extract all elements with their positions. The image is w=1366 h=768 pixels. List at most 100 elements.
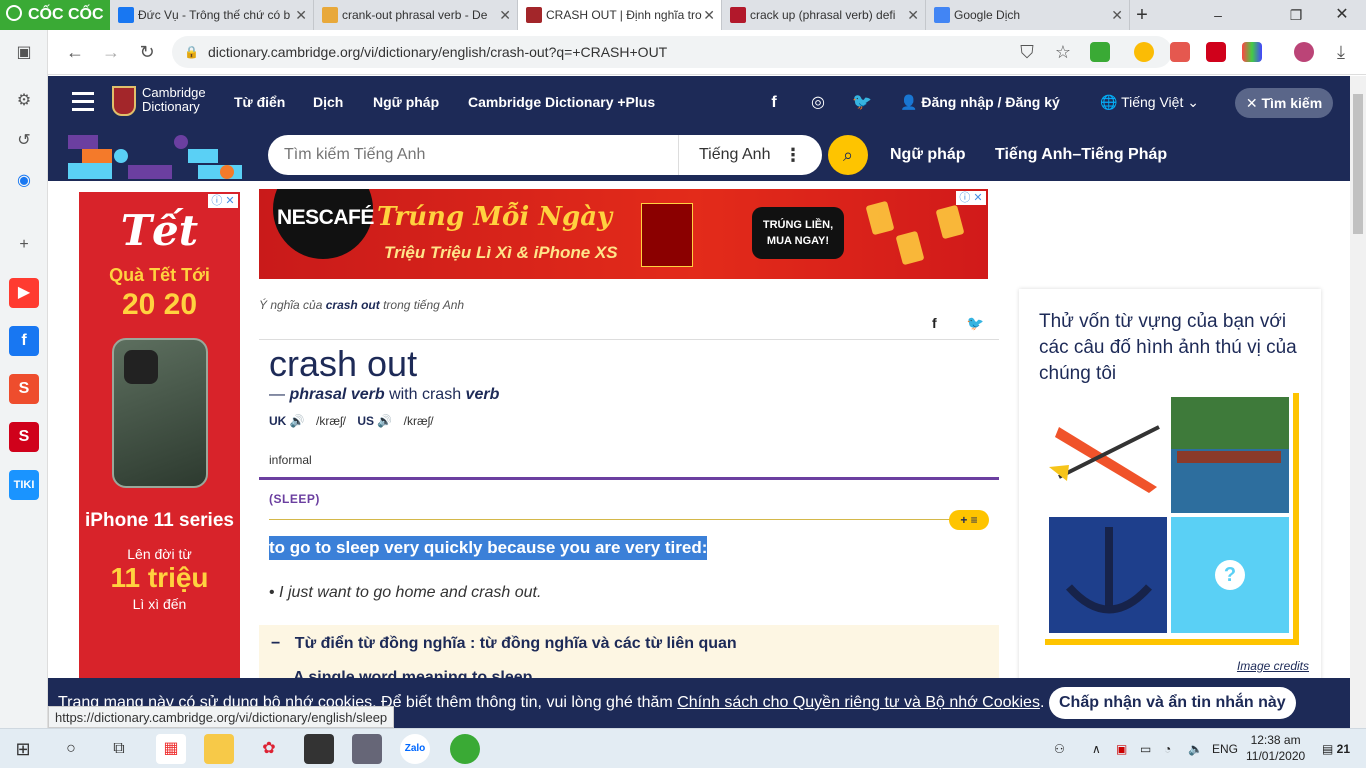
app-icon[interactable]: ✿: [254, 734, 284, 764]
sense-rule: [269, 519, 969, 520]
tiki-icon[interactable]: TIKI: [9, 470, 39, 500]
new-tab-button[interactable]: +: [1122, 0, 1162, 30]
task-view-icon[interactable]: ⧉: [104, 734, 134, 764]
tab-2-active[interactable]: CRASH OUT | Định nghĩa tro ✕: [518, 0, 722, 30]
people-icon[interactable]: ⚇: [1054, 729, 1065, 768]
wifi-icon[interactable]: ◔: [1164, 729, 1171, 768]
adblock-ext-icon[interactable]: [1170, 42, 1190, 62]
tab-title: crack up (phrasal verb) defi: [750, 8, 896, 22]
language-select[interactable]: 🌐 Tiếng Việt ⌄: [1100, 76, 1199, 129]
search-input[interactable]: [284, 135, 664, 175]
instagram-icon[interactable]: ◎: [808, 93, 828, 113]
browser-logo[interactable]: CỐC CỐC: [0, 0, 110, 30]
link-grammar[interactable]: Ngữ pháp: [890, 129, 966, 181]
shield-icon[interactable]: ⛉: [1016, 41, 1038, 63]
settings-icon[interactable]: ⚙: [9, 86, 39, 116]
app-icon[interactable]: [352, 734, 382, 764]
bookmark-star-icon[interactable]: ☆: [1052, 41, 1074, 63]
download-ext-icon[interactable]: [1090, 42, 1110, 62]
link-english-french[interactable]: Tiếng Anh–Tiếng Pháp: [995, 129, 1167, 181]
cookie-policy-link[interactable]: Chính sách cho Quyền riêng tư và Bộ nhớ …: [677, 694, 1040, 711]
sidebar-toggle-icon[interactable]: ▣: [9, 38, 39, 68]
add-icon[interactable]: +: [9, 230, 39, 260]
ad-banner-left[interactable]: ⓘ ✕ Tết Quà Tết Tới 20 20 iPhone 11 seri…: [79, 192, 240, 678]
image-credits-link[interactable]: Image credits: [1237, 659, 1309, 673]
close-icon[interactable]: ✕: [295, 0, 307, 30]
zalo-icon[interactable]: Zalo: [400, 734, 430, 764]
facebook-icon[interactable]: f: [764, 93, 784, 113]
minimize-button[interactable]: –: [1198, 0, 1238, 30]
twitter-share-icon[interactable]: 🐦: [967, 315, 984, 331]
twitter-icon[interactable]: 🐦: [852, 93, 872, 113]
pos-prefix: —: [269, 386, 285, 403]
profile-avatar[interactable]: [1294, 42, 1314, 62]
restore-button[interactable]: ❐: [1276, 0, 1316, 30]
nav-plus[interactable]: Cambridge Dictionary +Plus: [468, 76, 655, 129]
battery-icon[interactable]: ▭: [1140, 729, 1151, 768]
cambridge-logo[interactable]: Cambridge Dictionary: [112, 86, 206, 116]
app-icon[interactable]: [304, 734, 334, 764]
close-icon[interactable]: ✕: [703, 0, 715, 30]
cambridge-crest-icon: [112, 86, 136, 116]
hamburger-menu-icon[interactable]: [72, 92, 94, 112]
shopee-icon[interactable]: S: [9, 374, 39, 404]
messenger-icon[interactable]: ◉: [9, 166, 39, 196]
facebook-icon[interactable]: f: [9, 326, 39, 356]
nav-dictionary[interactable]: Từ điển: [234, 76, 285, 129]
quiz-image-anchor[interactable]: [1049, 517, 1167, 633]
nav-grammar[interactable]: Ngữ pháp: [373, 76, 439, 129]
app-icon[interactable]: ▦: [156, 734, 186, 764]
ad-banner-top[interactable]: NESCAFÉ Trúng Mỗi Ngày Triệu Triệu Lì Xì…: [259, 189, 988, 279]
tray-app-icon[interactable]: ▣: [1116, 729, 1127, 768]
search-toggle-button[interactable]: ✕ Tìm kiếm: [1235, 88, 1333, 118]
search-icon[interactable]: ○: [56, 734, 86, 764]
reload-icon[interactable]: ↻: [136, 41, 158, 63]
scrollbar-thumb[interactable]: [1353, 94, 1363, 234]
download-icon[interactable]: ⤓: [1330, 41, 1352, 63]
close-window-button[interactable]: ✕: [1322, 0, 1362, 30]
thesaurus-toggle[interactable]: − Từ điển từ đồng nghĩa : từ đồng nghĩa …: [271, 635, 737, 653]
quiz-image-barge[interactable]: [1171, 397, 1289, 513]
speaker-icon[interactable]: 🔊: [377, 414, 392, 428]
register-label: informal: [269, 453, 312, 467]
file-explorer-icon[interactable]: [204, 734, 234, 764]
tab-4[interactable]: Google Dịch ✕: [926, 0, 1130, 30]
back-icon[interactable]: ←: [64, 41, 86, 63]
history-icon[interactable]: ↺: [9, 126, 39, 156]
forward-icon[interactable]: →: [100, 41, 122, 63]
ad-choices-icon[interactable]: ⓘ ✕: [208, 194, 238, 208]
ad-choices-icon[interactable]: ⓘ ✕: [956, 191, 986, 205]
login-link[interactable]: 👤 Đăng nhập / Đăng ký: [900, 76, 1060, 129]
tray-expand-icon[interactable]: ∧: [1092, 729, 1101, 768]
tab-3[interactable]: crack up (phrasal verb) defi ✕: [722, 0, 926, 30]
browser-tab-bar: CỐC CỐC Đức Vụ - Trông thế chứ có b ✕ cr…: [0, 0, 1366, 30]
close-icon[interactable]: ✕: [907, 0, 919, 30]
more-options-icon[interactable]: ⋮: [784, 135, 802, 175]
page-scrollbar[interactable]: [1350, 76, 1366, 728]
youtube-icon[interactable]: ▶: [9, 278, 39, 308]
decorative-block: [82, 149, 112, 163]
accept-cookies-button[interactable]: Chấp nhận và ẩn tin nhắn này: [1049, 687, 1296, 719]
input-language[interactable]: ENG: [1212, 729, 1238, 768]
quiz-image-kayak[interactable]: [1049, 397, 1167, 513]
tab-1[interactable]: crank-out phrasal verb - De ✕: [314, 0, 518, 30]
tab-0[interactable]: Đức Vụ - Trông thế chứ có b ✕: [110, 0, 314, 30]
add-to-wordlist-button[interactable]: + ≡: [949, 510, 989, 530]
volume-icon[interactable]: 🔈: [1188, 729, 1203, 768]
sendo-icon[interactable]: S: [9, 422, 39, 452]
quiz-image-unknown[interactable]: ?: [1171, 517, 1289, 633]
facebook-share-icon[interactable]: f: [932, 315, 937, 331]
chrome-ext-icon[interactable]: [1134, 42, 1154, 62]
browser-sidebar: ▣ ⚙ ↺ ◉ + ▶ f S S TIKI: [0, 30, 48, 728]
thesaurus-item[interactable]: A single word meaning to sleep: [271, 669, 532, 678]
coccoc-icon[interactable]: [450, 734, 480, 764]
windows-start-icon[interactable]: ⊞: [8, 734, 38, 764]
speaker-icon[interactable]: 🔊: [290, 414, 305, 428]
nav-translate[interactable]: Dịch: [313, 76, 343, 129]
search-submit-button[interactable]: ⌕: [828, 135, 868, 175]
color-ext-icon[interactable]: [1242, 42, 1262, 62]
notification-icon[interactable]: ▤ 21: [1322, 729, 1350, 768]
close-icon[interactable]: ✕: [499, 0, 511, 30]
clock[interactable]: 12:38 am 11/01/2020: [1246, 732, 1305, 764]
ext-icon[interactable]: [1206, 42, 1226, 62]
